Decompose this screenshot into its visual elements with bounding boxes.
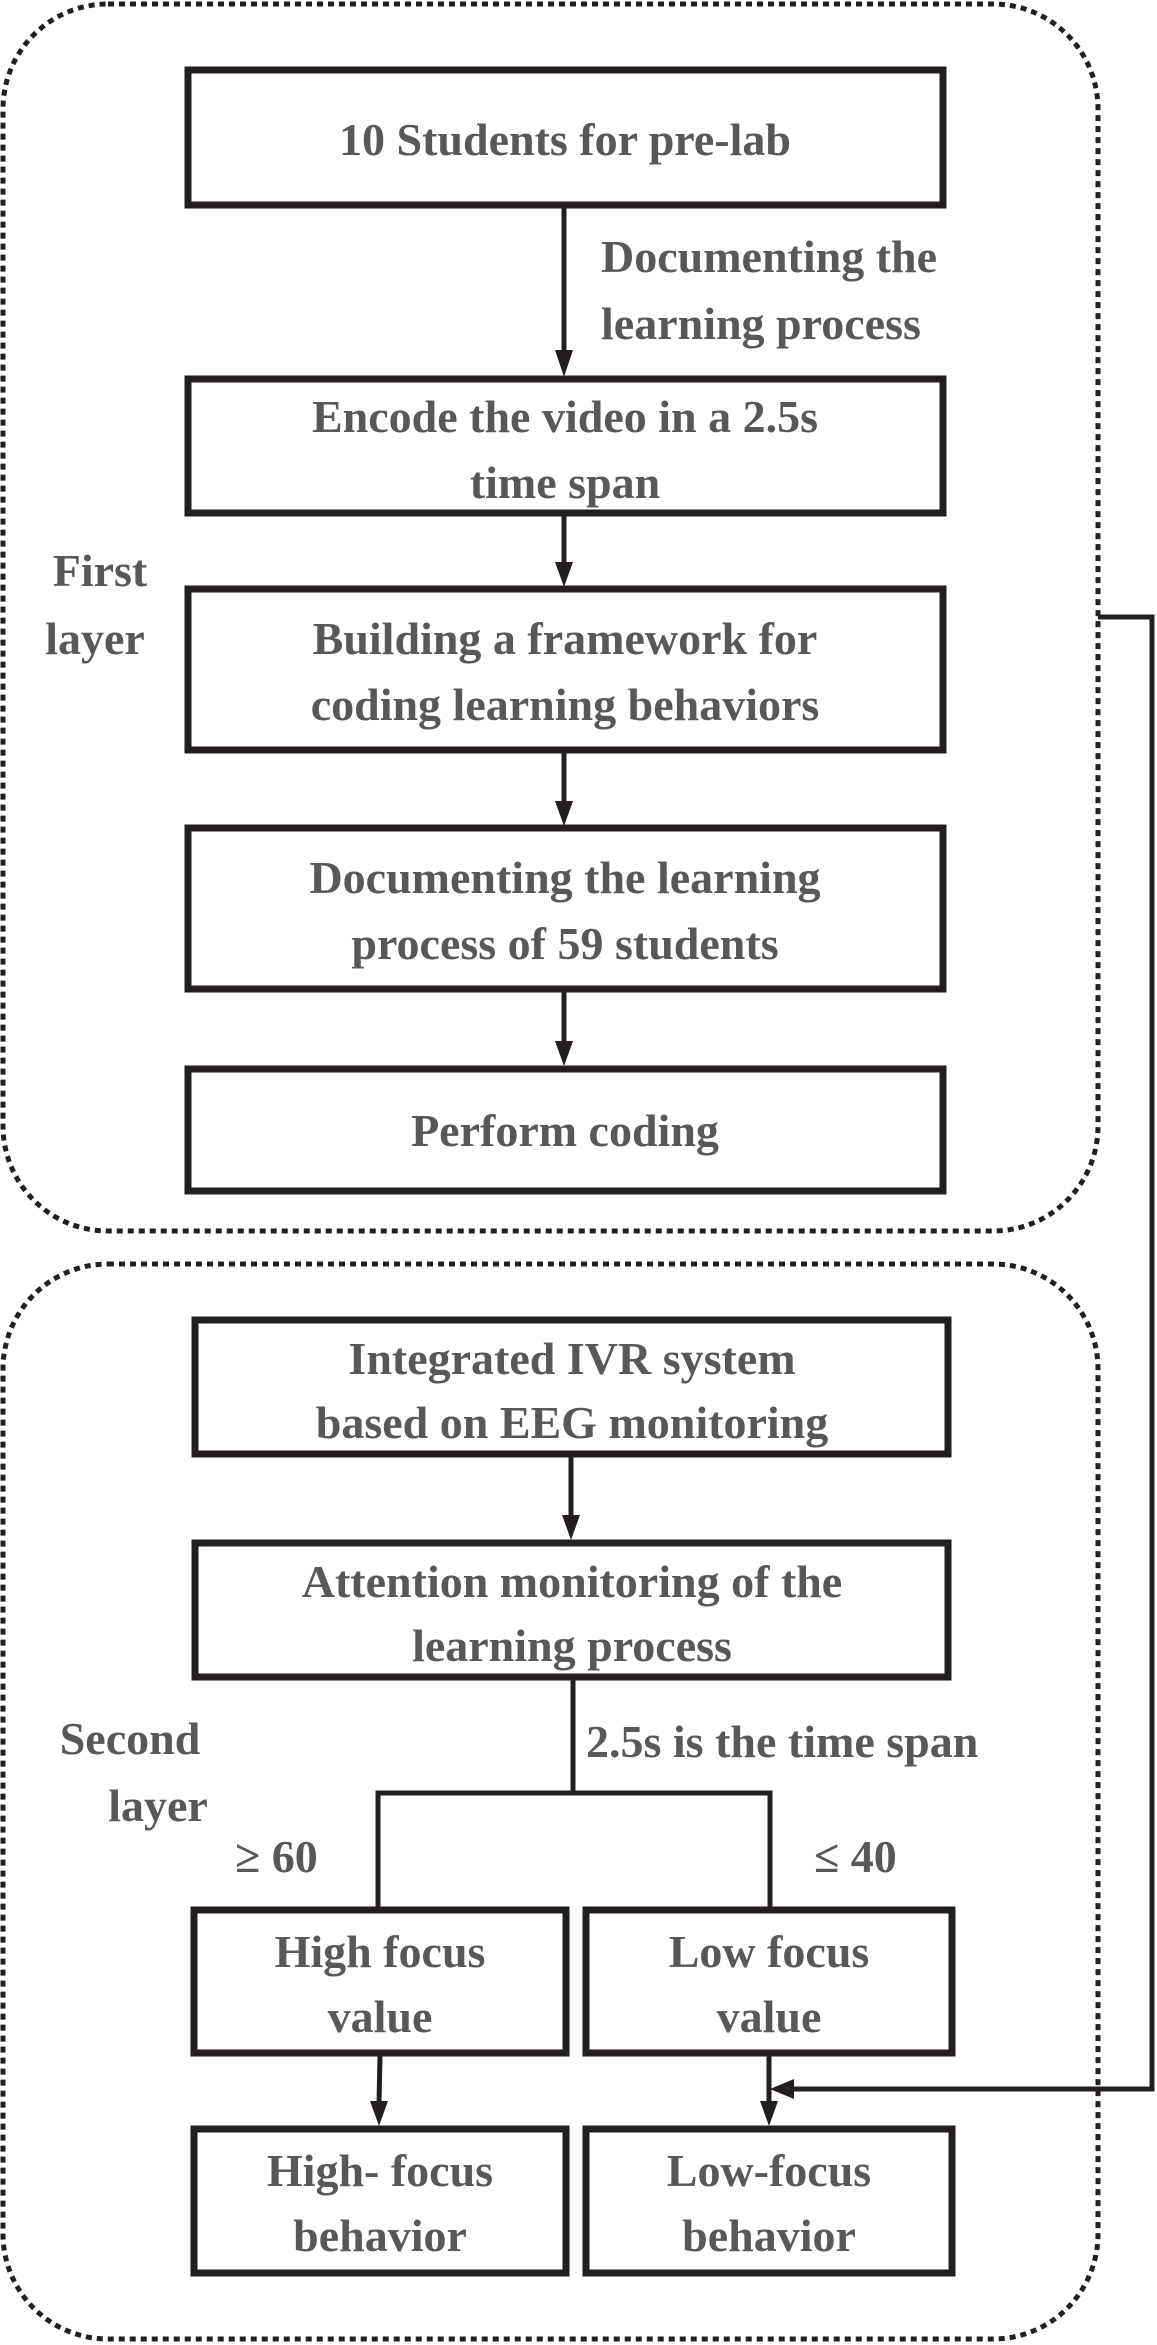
arrowhead-icon (555, 350, 573, 377)
time-span-label: 2.5s is the time span (586, 1716, 978, 1767)
node-low-focus-value-text-2: value (717, 1991, 822, 2042)
first-layer-label: First (53, 545, 148, 596)
high-threshold-label: ≥ 60 (235, 1831, 318, 1882)
node-ivr-system-text-2: based on EEG monitoring (316, 1397, 829, 1448)
flowchart: First layer Second layer 10 Students for… (0, 1, 1155, 2342)
arrowhead-icon (760, 2101, 778, 2126)
arrowhead-icon (562, 1515, 580, 1540)
node-documenting-text-2: process of 59 students (351, 918, 778, 969)
node-attention-monitoring-text: Attention monitoring of the (302, 1556, 842, 1607)
arrowhead-icon (555, 1041, 573, 1066)
node-attention-monitoring-text-2: learning process (412, 1620, 732, 1671)
node-low-focus-behavior-text-2: behavior (682, 2210, 856, 2261)
node-high-focus-value-text-2: value (328, 1991, 433, 2042)
node-framework-text: Building a framework for (313, 613, 818, 664)
node-high-focus-value-text: High focus (275, 1926, 486, 1977)
arrow-high-value-to-behavior (376, 2055, 383, 2105)
node-high-focus-behavior-text-2: behavior (293, 2210, 467, 2261)
node-ivr-system-text: Integrated IVR system (348, 1333, 795, 1384)
node-encode-text-2: time span (470, 457, 660, 508)
first-layer-label-2: layer (45, 613, 145, 664)
node-documenting-text: Documenting the learning (309, 852, 820, 903)
arrowhead-icon (555, 801, 573, 826)
low-threshold-label: ≤ 40 (814, 1831, 897, 1882)
node-encode-text: Encode the video in a 2.5s (312, 391, 818, 442)
arrowhead-left-icon (770, 2079, 794, 2099)
branch-connector-horizontal (375, 1790, 773, 1908)
node-low-focus-value-text: Low focus (669, 1926, 870, 1977)
node-framework-text-2: coding learning behaviors (311, 679, 820, 730)
node-perform-coding-text: Perform coding (411, 1105, 719, 1156)
node-high-focus-behavior-text: High- focus (267, 2145, 493, 2196)
edge-label-documenting: Documenting the (601, 231, 937, 282)
node-pre-lab-text: 10 Students for pre-lab (339, 114, 791, 165)
node-low-focus-behavior-text: Low-focus (667, 2145, 871, 2196)
second-layer-label-2: layer (108, 1780, 208, 1831)
arrowhead-icon (370, 2101, 388, 2126)
second-layer-label: Second (60, 1713, 201, 1764)
edge-label-documenting-2: learning process (601, 298, 921, 349)
arrowhead-icon (555, 562, 573, 587)
